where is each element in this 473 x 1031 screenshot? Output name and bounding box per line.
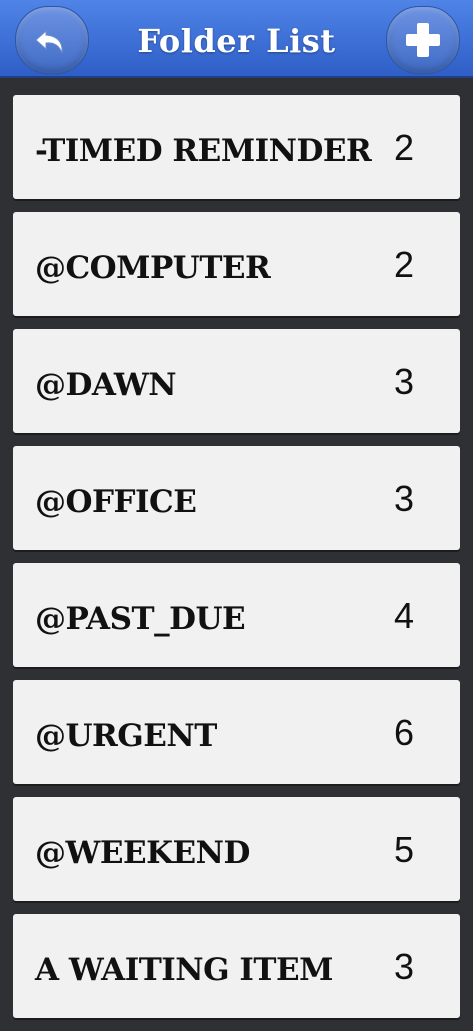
- folder-name: @DAWN: [35, 367, 177, 403]
- folder-row[interactable]: -TIMED REMINDER 2: [13, 95, 460, 199]
- plus-icon: [406, 23, 440, 57]
- folder-row[interactable]: @URGENT 6: [13, 680, 460, 784]
- folder-count: 3: [393, 478, 414, 519]
- folder-list: -TIMED REMINDER 2 @COMPUTER 2 @DAWN 3 @O…: [13, 95, 460, 1031]
- folder-row[interactable]: @COMPUTER 2: [13, 212, 460, 316]
- add-folder-button[interactable]: [386, 6, 460, 74]
- folder-count: 6: [393, 712, 414, 753]
- folder-name: @URGENT: [35, 718, 217, 754]
- folder-name: @WEEKEND: [35, 835, 250, 871]
- folder-row[interactable]: @WEEKEND 5: [13, 797, 460, 901]
- folder-count: 2: [393, 127, 414, 168]
- folder-name: -TIMED REMINDER: [35, 133, 372, 169]
- folder-name: @COMPUTER: [35, 250, 271, 286]
- folder-name: A WAITING ITEM: [35, 952, 333, 988]
- back-button[interactable]: [15, 6, 89, 74]
- folder-count: 3: [393, 361, 414, 402]
- folder-count: 4: [393, 595, 414, 636]
- folder-row[interactable]: @OFFICE 3: [13, 446, 460, 550]
- folder-count: 3: [393, 946, 414, 987]
- undo-arrow-icon: [35, 29, 63, 54]
- header-bar: Folder List: [0, 0, 473, 78]
- folder-count: 2: [393, 244, 414, 285]
- folder-row[interactable]: @DAWN 3: [13, 329, 460, 433]
- folder-row[interactable]: @PAST_DUE 4: [13, 563, 460, 667]
- folder-name: @OFFICE: [35, 484, 197, 520]
- folder-row[interactable]: A WAITING ITEM 3: [13, 914, 460, 1018]
- folder-name: @PAST_DUE: [35, 601, 246, 637]
- folder-count: 5: [393, 829, 414, 870]
